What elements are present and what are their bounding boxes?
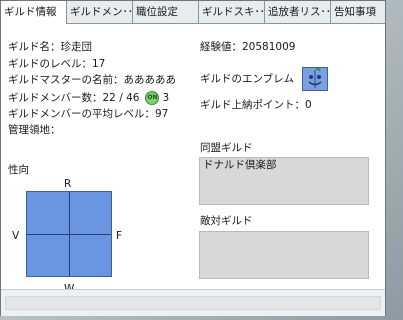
guild-emblem-icon[interactable] (302, 67, 328, 91)
member-count-text: ギルドメンバー数：22 / 46 (8, 92, 140, 104)
tab-guild-info[interactable]: ギルド情報 (1, 1, 67, 24)
emblem-face-icon (303, 68, 327, 90)
alliance-title: 同盟ギルド (200, 142, 253, 154)
guild-experience: 経験値：20581009 (200, 41, 296, 53)
footer-bar (5, 296, 381, 310)
guild-window: ギルド情報 ギルドメン･･･ 職位設定 ギルドスキ･･･ 追放者リス･･･ 告知… (0, 0, 386, 316)
window-footer (1, 289, 385, 316)
tendency-title: 性向 (8, 164, 29, 176)
guild-member-count: ギルドメンバー数：22 / 46 ON 3 (8, 91, 169, 105)
guild-contribution-points: ギルド上納ポイント：0 (200, 99, 312, 111)
tendency-label-right: F (116, 230, 123, 242)
tendency-vertical-axis (69, 192, 70, 276)
tab-position-settings[interactable]: 職位設定 (133, 1, 199, 23)
tab-notices[interactable]: 告知事項 (331, 1, 385, 23)
tendency-pad (26, 191, 112, 277)
online-icon: ON (145, 91, 160, 105)
guild-master-name: ギルドマスターの名前：あああああ (8, 74, 176, 86)
tendency-label-top: R (64, 178, 72, 190)
hostile-list (199, 231, 369, 279)
tab-bar: ギルド情報 ギルドメン･･･ 職位設定 ギルドスキ･･･ 追放者リス･･･ 告知… (1, 1, 385, 24)
alliance-entry[interactable]: ドナルド倶楽部 (203, 159, 277, 172)
online-count: 3 (162, 92, 170, 104)
alliance-list: ドナルド倶楽部 (199, 157, 369, 205)
guild-emblem-label: ギルドのエンブレム (200, 73, 294, 85)
managed-territory: 管理領地： (8, 124, 61, 136)
tab-guild-skills[interactable]: ギルドスキ･･･ (199, 1, 265, 23)
guild-name: ギルド名：珍走団 (8, 41, 92, 53)
tendency-label-left: V (12, 230, 20, 242)
tab-expelled-list[interactable]: 追放者リス･･･ (265, 1, 331, 23)
guild-level: ギルドのレベル：17 (8, 58, 106, 70)
hostile-title: 敵対ギルド (200, 215, 253, 227)
tab-guild-members[interactable]: ギルドメン･･･ (67, 1, 133, 23)
member-average-level: ギルドメンバーの平均レベル：97 (8, 108, 169, 120)
